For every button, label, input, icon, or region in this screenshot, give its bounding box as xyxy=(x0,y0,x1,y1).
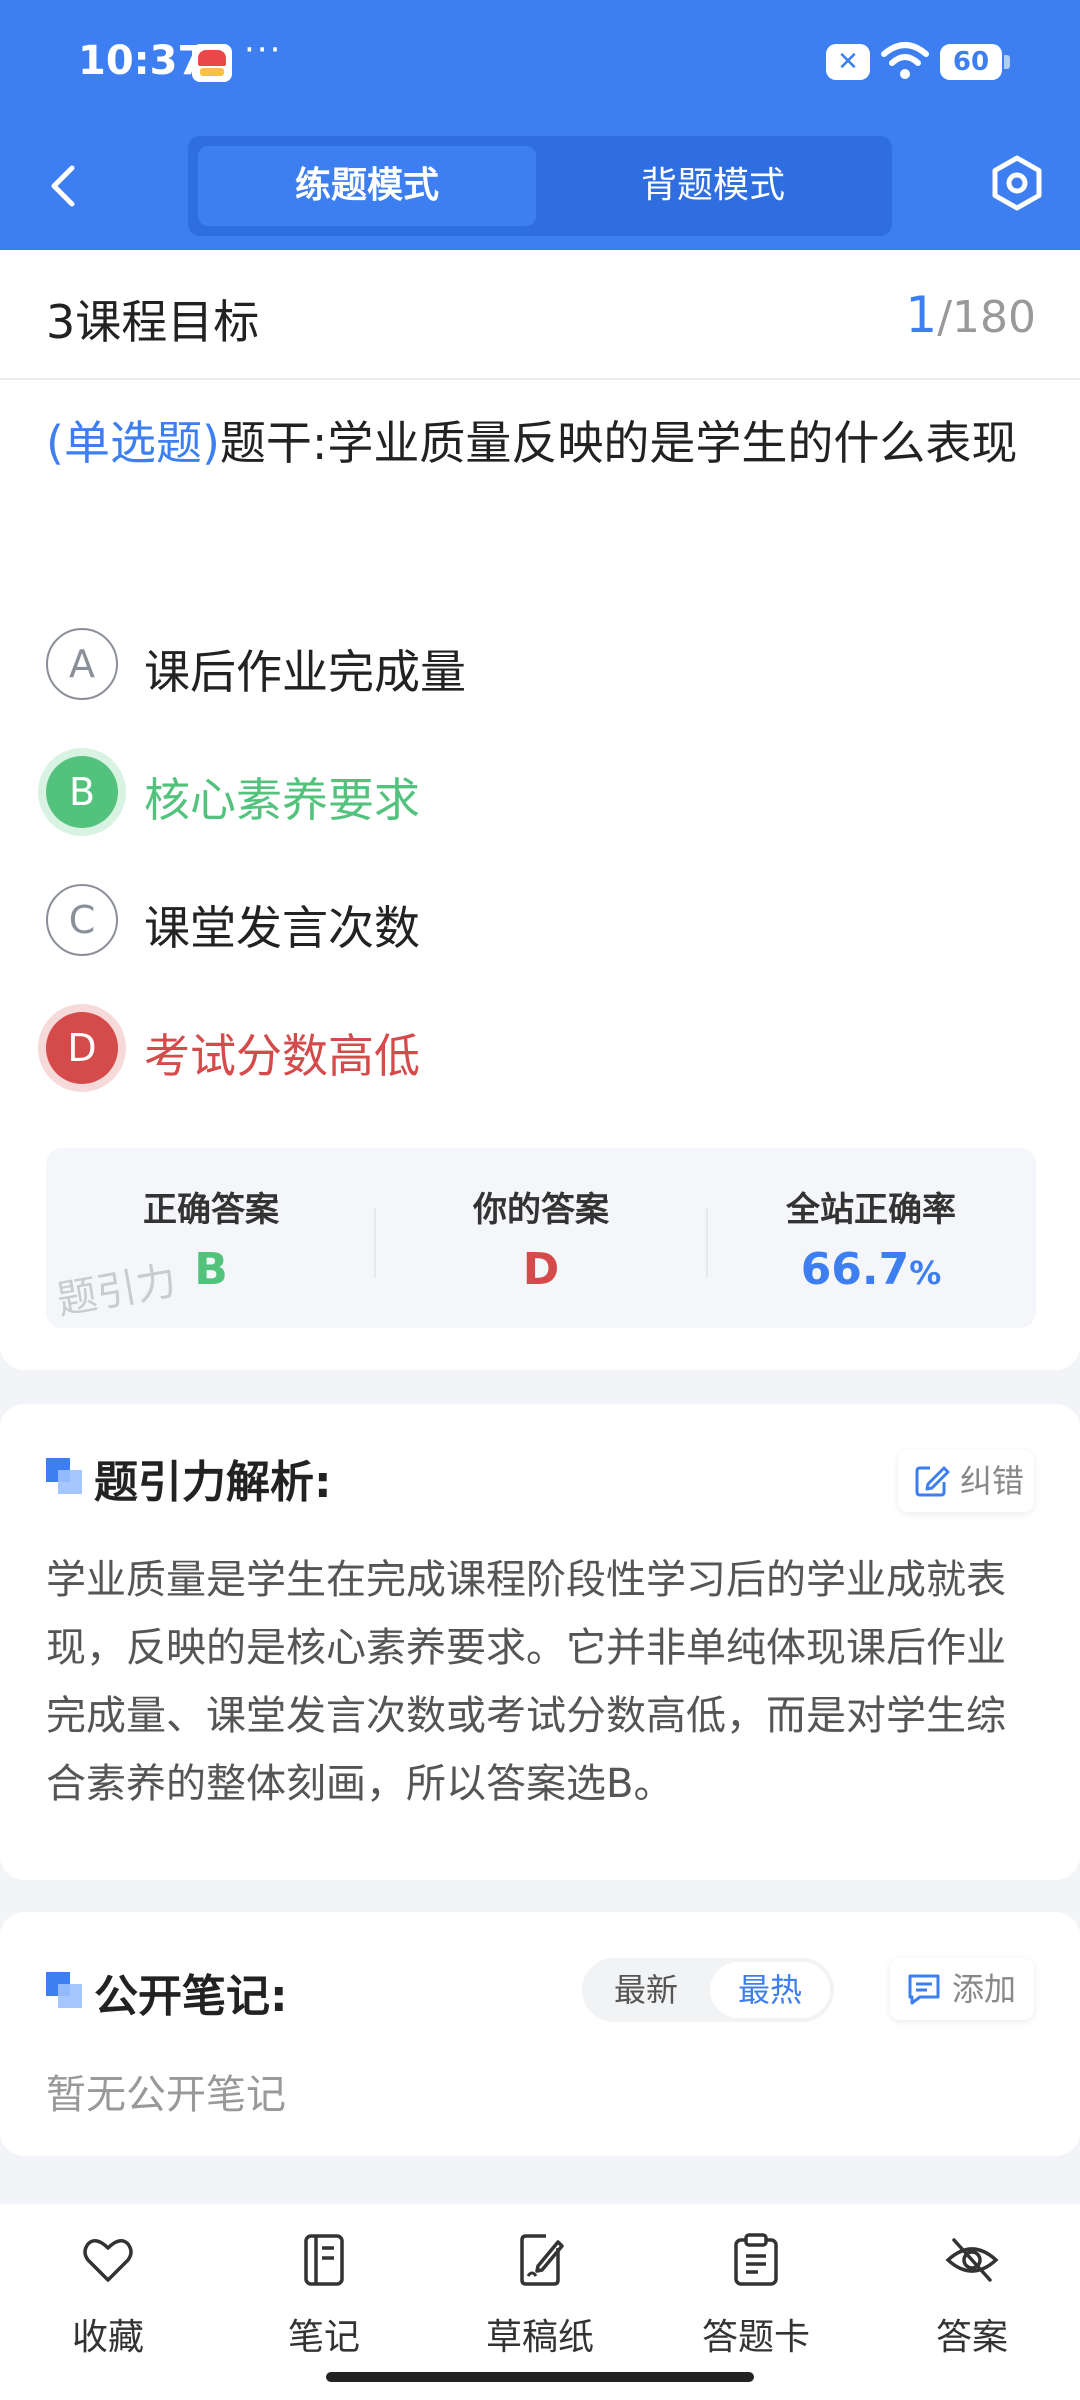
status-bar: 10:37 ··· ✕ 60 xyxy=(0,0,1080,125)
question-counter: 1/180 xyxy=(905,286,1036,344)
mode-switch: 练题模式 背题模式 xyxy=(188,136,892,236)
accuracy-number: 66.7 xyxy=(800,1244,910,1295)
question-card: 3课程目标 1/180 (单选题)题干:学业质量反映的是学生的什么表现 A 课后… xyxy=(0,250,1080,1370)
heart-icon xyxy=(83,2239,133,2282)
comment-icon xyxy=(908,1974,940,2005)
battery-icon: 60 xyxy=(940,44,1010,80)
empty-notes-text: 暂无公开笔记 xyxy=(46,2072,286,2118)
question-stem: 题干:学业质量反映的是学生的什么表现 xyxy=(219,416,1018,470)
option-text: 课后作业完成量 xyxy=(144,645,466,699)
add-note-button[interactable]: 添加 xyxy=(890,1958,1034,2020)
nav-answer[interactable]: 答案 xyxy=(882,2226,1062,2358)
option-text: 考试分数高低 xyxy=(144,1029,420,1083)
option-d[interactable]: D 考试分数高低 xyxy=(46,1008,1026,1088)
option-b[interactable]: B 核心素养要求 xyxy=(46,752,1026,832)
answer-stats: 正确答案 B 你的答案 D 全站正确率 66.7% 题引力 xyxy=(46,1148,1036,1328)
analysis-text: 学业质量是学生在完成课程阶段性学习后的学业成就表现，反映的是核心素养要求。它并非… xyxy=(46,1557,1006,1807)
your-answer-value: D xyxy=(522,1244,560,1295)
option-text: 核心素养要求 xyxy=(144,773,420,827)
no-sim-icon: ✕ xyxy=(826,44,870,80)
analysis-title: 题引力解析: xyxy=(94,1457,332,1508)
course-title: 3课程目标 xyxy=(46,295,260,349)
stat-label: 全站正确率 xyxy=(786,1190,956,1230)
notebook-icon xyxy=(304,2234,344,2286)
option-a[interactable]: A 课后作业完成量 xyxy=(46,624,1026,704)
draft-icon xyxy=(520,2234,564,2286)
question-type: (单选题) xyxy=(46,416,220,470)
option-letter: A xyxy=(46,628,118,700)
tab-practice-mode[interactable]: 练题模式 xyxy=(198,146,536,226)
tab-memorize-mode[interactable]: 背题模式 xyxy=(544,146,882,226)
nav-favorite[interactable]: 收藏 xyxy=(18,2226,198,2358)
sort-latest[interactable]: 最新 xyxy=(586,1962,706,2018)
section-squares-icon xyxy=(46,1458,82,1494)
option-letter: D xyxy=(46,1012,118,1084)
app-header: 10:37 ··· ✕ 60 练题模式 背题模式 xyxy=(0,0,1080,250)
back-arrow-icon[interactable] xyxy=(36,150,92,220)
option-c[interactable]: C 课堂发言次数 xyxy=(46,880,1026,960)
section-squares-icon xyxy=(46,1972,82,2008)
notes-title: 公开笔记: xyxy=(94,1971,288,2022)
sort-hot[interactable]: 最热 xyxy=(710,1962,830,2018)
current-question-number: 1 xyxy=(905,286,938,344)
bottom-toolbar: 收藏 笔记 草稿纸 答题卡 答案 xyxy=(0,2204,1080,2400)
stat-site-accuracy: 全站正确率 66.7% xyxy=(706,1148,1036,1328)
analysis-card: 题引力解析: 纠错 学业质量是学生在完成课程阶段性学习后的学业成就表现，反映的是… xyxy=(0,1404,1080,1880)
public-notes-card: 公开笔记: 最新 最热 添加 暂无公开笔记 xyxy=(0,1912,1080,2156)
eye-off-icon xyxy=(945,2238,999,2282)
stat-label: 你的答案 xyxy=(473,1190,609,1230)
stat-label: 正确答案 xyxy=(143,1190,279,1230)
accuracy-value: 66.7% xyxy=(706,1244,1036,1295)
nav-notes[interactable]: 笔记 xyxy=(234,2226,414,2358)
nav-label: 答案 xyxy=(935,2317,1008,2358)
settings-hexagon-icon[interactable] xyxy=(988,154,1046,212)
edit-icon xyxy=(915,1466,950,1497)
nav-label: 收藏 xyxy=(71,2317,144,2358)
notes-sort-toggle: 最新 最热 xyxy=(582,1958,834,2022)
total-questions: /180 xyxy=(937,292,1036,343)
stat-your-answer: 你的答案 D xyxy=(376,1148,706,1328)
accuracy-unit: % xyxy=(909,1254,942,1292)
status-time: 10:37 xyxy=(78,38,206,84)
report-error-button[interactable]: 纠错 xyxy=(898,1450,1034,1512)
clipboard-icon xyxy=(734,2233,778,2286)
wifi-icon xyxy=(881,42,929,79)
app-notification-icon xyxy=(192,44,232,82)
option-letter: B xyxy=(46,756,118,828)
more-notifications-icon: ··· xyxy=(244,30,283,70)
question-text: (单选题)题干:学业质量反映的是学生的什么表现 xyxy=(46,400,1036,486)
nav-label: 草稿纸 xyxy=(485,2317,594,2358)
add-note-label: 添加 xyxy=(952,1970,1017,2008)
nav-label: 答题卡 xyxy=(701,2317,810,2358)
course-row: 3课程目标 1/180 xyxy=(0,250,1080,380)
nav-answer-card[interactable]: 答题卡 xyxy=(666,2226,846,2358)
nav-label: 笔记 xyxy=(287,2317,360,2358)
nav-draft[interactable]: 草稿纸 xyxy=(450,2226,630,2358)
report-error-label: 纠错 xyxy=(960,1462,1025,1500)
option-text: 课堂发言次数 xyxy=(144,901,420,955)
option-letter: C xyxy=(46,884,118,956)
home-indicator[interactable] xyxy=(326,2372,754,2382)
